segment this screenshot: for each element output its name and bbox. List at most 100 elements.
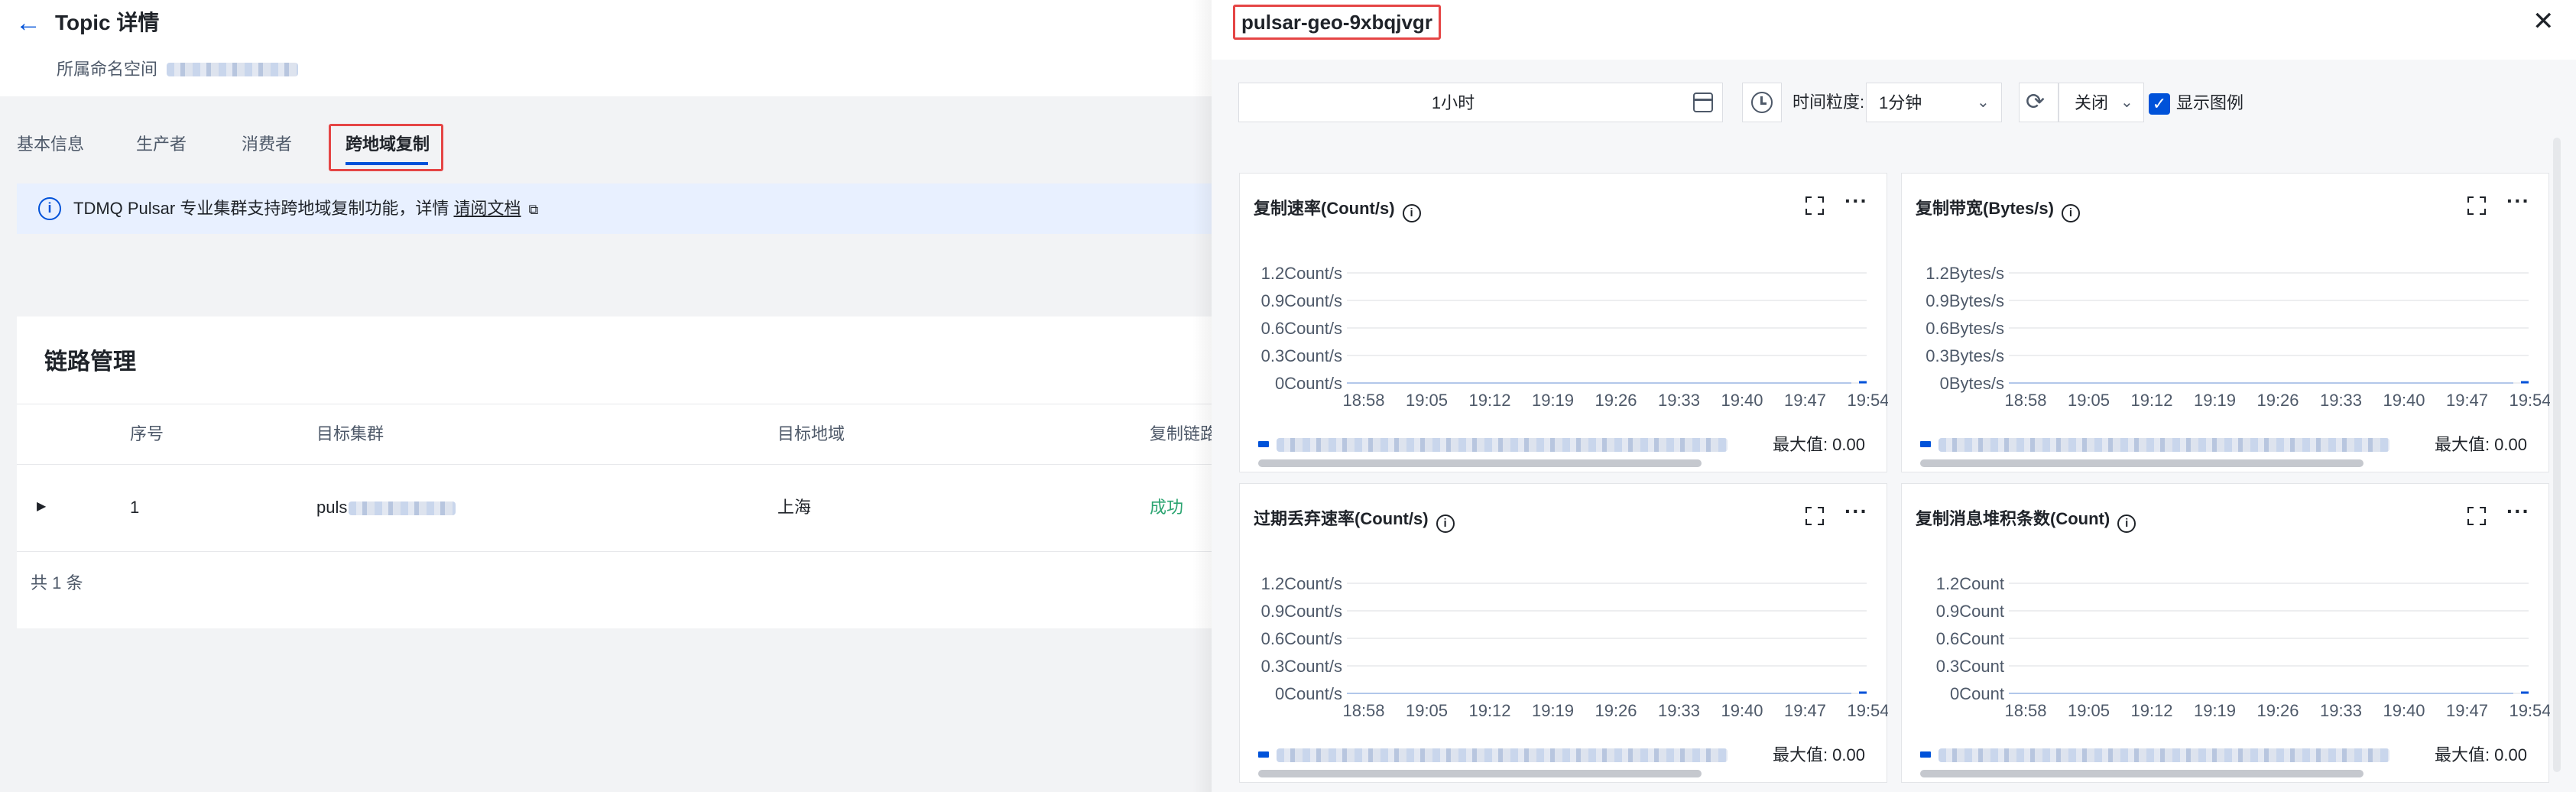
show-legend-checkbox[interactable]: ✓ <box>2149 93 2170 115</box>
legend-color-marker <box>1258 441 1269 447</box>
x-tick-label: 19:19 <box>1532 701 1574 720</box>
chevron-down-icon: ⌄ <box>1977 94 1990 111</box>
x-tick-label: 19:54 <box>1847 701 1888 720</box>
x-tick-label: 19:05 <box>1406 701 1448 720</box>
y-tick-label: 1.2Count/s <box>1261 574 1342 593</box>
legend-max-value: 最大值: 0.00 <box>2434 435 2527 454</box>
tab-producers[interactable]: 生产者 <box>136 133 187 156</box>
chart-canvas: 1.2Count 0.9Count 0.6Count 0.3Count 0Count18… <box>1936 574 2550 720</box>
expand-row-icon[interactable]: ▶ <box>37 498 46 514</box>
cluster-name: puls <box>316 498 348 517</box>
chart-title-text: 过期丢弃速率(Count/s) <box>1254 509 1429 528</box>
show-legend-label[interactable]: 显示图例 <box>2176 92 2243 115</box>
row-target-cluster: puls <box>316 495 456 520</box>
info-icon[interactable]: i <box>2061 204 2080 222</box>
y-tick-label: 1.2Bytes/s <box>1926 264 2004 283</box>
more-icon[interactable]: ··· <box>2506 189 2530 213</box>
y-tick-label: 0.6Count/s <box>1261 319 1342 338</box>
x-tick-label: 19:33 <box>2320 701 2362 720</box>
x-tick-label: 19:12 <box>1468 701 1510 720</box>
y-tick-label: 0.9Count <box>1936 602 2004 621</box>
granularity-select[interactable]: 1分钟 ⌄ <box>1866 83 2002 122</box>
row-replication-status: 成功 <box>1150 498 1184 517</box>
y-tick-label: 0.9Count/s <box>1261 291 1342 310</box>
chart-legend: 最大值: 0.00 <box>1920 744 2539 767</box>
legend-scrollbar[interactable] <box>1920 459 2363 467</box>
legend-scrollbar[interactable] <box>1920 770 2363 777</box>
y-tick-label: 0.9Count/s <box>1261 602 1342 621</box>
drawer-scrollbar[interactable] <box>2553 138 2561 772</box>
x-tick-label: 19:54 <box>2509 391 2550 410</box>
notice-banner: i TDMQ Pulsar 专业集群支持跨地域复制功能，详情 请阅文档 ⧉ <box>17 183 1212 234</box>
x-tick-label: 19:05 <box>1406 391 1448 410</box>
info-icon[interactable]: i <box>2117 514 2136 533</box>
x-tick-label: 19:33 <box>2320 391 2362 410</box>
x-tick-label: 19:54 <box>1847 391 1888 410</box>
page-header: ← Topic 详情 所属命名空间 <box>0 0 1212 96</box>
more-icon[interactable]: ··· <box>1844 499 1868 524</box>
chart-panel-replication-rate: 复制速率(Count/s) i ··· 1.2Count/s 0.9Count/s 0… <box>1239 173 1888 472</box>
more-icon[interactable]: ··· <box>1844 189 1868 213</box>
clock-icon <box>1751 92 1773 113</box>
x-tick-label: 19:19 <box>1532 391 1574 410</box>
y-tick-label: 1.2Count <box>1936 574 2004 593</box>
close-icon[interactable]: ✕ <box>2532 6 2555 37</box>
fullscreen-icon[interactable] <box>1805 507 1824 525</box>
chart-canvas: 1.2Count/s 0.9Count/s 0.6Count/s 0.3Count/s… <box>1261 574 1888 720</box>
calendar-icon <box>1693 93 1713 112</box>
total-count: 共 1 条 <box>31 573 83 592</box>
card-title: 链路管理 <box>44 349 136 375</box>
column-header-target-region: 目标地域 <box>777 424 845 443</box>
fullscreen-icon[interactable] <box>2467 196 2486 215</box>
auto-refresh-select[interactable]: 关闭 ⌄ <box>2059 83 2144 122</box>
y-tick-label: 0.3Count/s <box>1261 346 1342 365</box>
chart-legend: 最大值: 0.00 <box>1258 433 1877 456</box>
notice-message: TDMQ Pulsar 专业集群支持跨地域复制功能，详情 <box>73 199 449 218</box>
time-range-picker[interactable]: 1小时 <box>1238 83 1723 122</box>
chart-panel-expired-discard-rate: 过期丢弃速率(Count/s) i ··· 1.2Count/s 0.9Count/… <box>1239 483 1888 783</box>
tab-basic-info[interactable]: 基本信息 <box>17 133 84 156</box>
x-tick-label: 19:05 <box>2068 701 2110 720</box>
chart-title: 复制带宽(Bytes/s) i <box>1916 196 2080 222</box>
y-tick-label: 0Count/s <box>1275 684 1342 703</box>
fullscreen-icon[interactable] <box>1805 196 1824 215</box>
x-tick-label: 19:54 <box>2509 701 2550 720</box>
refresh-button[interactable]: ⟳ <box>2019 83 2059 122</box>
legend-max-value: 最大值: 0.00 <box>1772 435 1865 454</box>
y-tick-label: 0.9Bytes/s <box>1926 291 2004 310</box>
fullscreen-icon[interactable] <box>2467 507 2486 525</box>
y-tick-label: 0.6Bytes/s <box>1926 319 2004 338</box>
time-range-value: 1小时 <box>1431 93 1475 112</box>
namespace-value-redacted <box>167 63 298 76</box>
docs-link[interactable]: 请阅文档 <box>453 199 521 218</box>
legend-color-marker <box>1258 751 1269 758</box>
tab-consumers[interactable]: 消费者 <box>242 133 292 156</box>
chart-title: 过期丢弃速率(Count/s) i <box>1254 507 1455 533</box>
back-arrow-icon[interactable]: ← <box>15 8 41 38</box>
more-icon[interactable]: ··· <box>2506 499 2530 524</box>
x-tick-label: 19:05 <box>2068 391 2110 410</box>
auto-refresh-value: 关闭 <box>2075 93 2109 112</box>
link-management-card: 链路管理 序号 目标集群 目标地域 复制链路 ▶ 1 puls 上海 成功 共 … <box>17 316 1217 628</box>
x-tick-label: 19:26 <box>1595 391 1637 410</box>
x-tick-label: 19:26 <box>1595 701 1637 720</box>
chart-legend: 最大值: 0.00 <box>1258 744 1877 767</box>
x-tick-label: 19:40 <box>2383 391 2425 410</box>
x-tick-label: 18:58 <box>2004 391 2046 410</box>
external-link-icon[interactable]: ⧉ <box>529 202 539 217</box>
topic-detail-page: ← Topic 详情 所属命名空间 基本信息 生产者 消费者 跨地域复制 i T… <box>0 0 1217 792</box>
legend-max-value: 最大值: 0.00 <box>1772 745 1865 764</box>
chart-title-text: 复制带宽(Bytes/s) <box>1916 199 2054 218</box>
tab-bar: 基本信息 生产者 消费者 跨地域复制 <box>0 122 1212 168</box>
info-icon[interactable]: i <box>1436 514 1455 533</box>
y-tick-label: 0.3Count/s <box>1261 657 1342 676</box>
history-time-button[interactable] <box>1742 83 1782 122</box>
chart-canvas: 1.2Bytes/s 0.9Bytes/s 0.6Bytes/s 0.3Bytes/s… <box>1926 264 2550 410</box>
x-tick-label: 19:26 <box>2256 391 2299 410</box>
legend-scrollbar[interactable] <box>1258 459 1702 467</box>
chart-legend: 最大值: 0.00 <box>1920 433 2539 456</box>
notice-text: TDMQ Pulsar 专业集群支持跨地域复制功能，详情 请阅文档 ⧉ <box>73 196 538 222</box>
info-icon[interactable]: i <box>1402 204 1421 222</box>
x-tick-label: 19:47 <box>1784 701 1826 720</box>
legend-scrollbar[interactable] <box>1258 770 1702 777</box>
